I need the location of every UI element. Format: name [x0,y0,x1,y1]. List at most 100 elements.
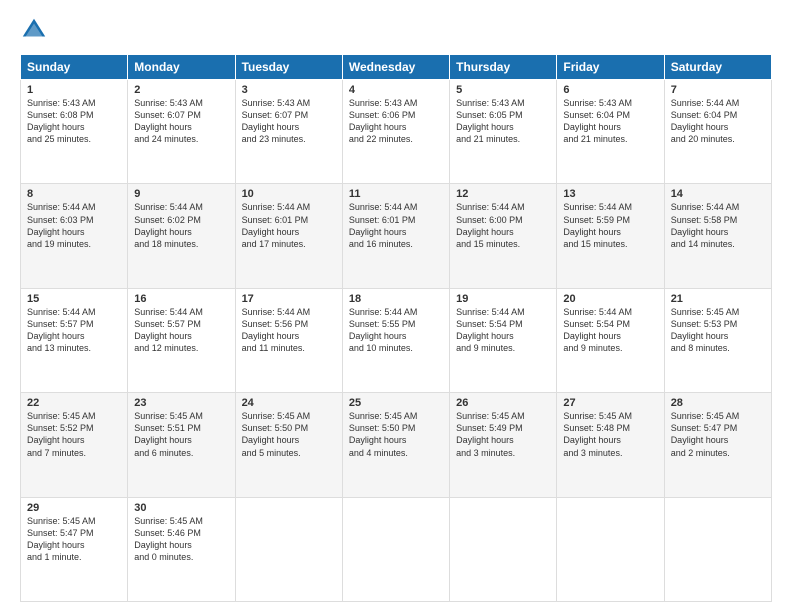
day-number: 17 [242,293,336,305]
logo-icon [20,16,48,44]
day-number: 9 [134,188,228,200]
calendar-cell [450,497,557,601]
calendar-cell: 26Sunrise: 5:45 AMSunset: 5:49 PMDayligh… [450,393,557,497]
calendar-cell: 20Sunrise: 5:44 AMSunset: 5:54 PMDayligh… [557,288,664,392]
calendar-cell: 29Sunrise: 5:45 AMSunset: 5:47 PMDayligh… [21,497,128,601]
day-number: 15 [27,293,121,305]
calendar-cell: 22Sunrise: 5:45 AMSunset: 5:52 PMDayligh… [21,393,128,497]
day-info: Sunrise: 5:43 AMSunset: 6:08 PMDaylight … [27,97,121,146]
logo [20,16,52,44]
calendar-week-row: 22Sunrise: 5:45 AMSunset: 5:52 PMDayligh… [21,393,772,497]
day-info: Sunrise: 5:44 AMSunset: 6:02 PMDaylight … [134,201,228,250]
calendar-week-row: 15Sunrise: 5:44 AMSunset: 5:57 PMDayligh… [21,288,772,392]
day-info: Sunrise: 5:44 AMSunset: 5:54 PMDaylight … [456,306,550,355]
day-number: 1 [27,84,121,96]
weekday-header-cell: Friday [557,55,664,80]
day-number: 20 [563,293,657,305]
calendar-week-row: 1Sunrise: 5:43 AMSunset: 6:08 PMDaylight… [21,80,772,184]
day-info: Sunrise: 5:43 AMSunset: 6:07 PMDaylight … [134,97,228,146]
calendar-cell: 7Sunrise: 5:44 AMSunset: 6:04 PMDaylight… [664,80,771,184]
calendar-cell: 15Sunrise: 5:44 AMSunset: 5:57 PMDayligh… [21,288,128,392]
calendar-cell: 25Sunrise: 5:45 AMSunset: 5:50 PMDayligh… [342,393,449,497]
calendar-cell: 1Sunrise: 5:43 AMSunset: 6:08 PMDaylight… [21,80,128,184]
calendar-cell: 17Sunrise: 5:44 AMSunset: 5:56 PMDayligh… [235,288,342,392]
calendar-body: 1Sunrise: 5:43 AMSunset: 6:08 PMDaylight… [21,80,772,602]
day-info: Sunrise: 5:44 AMSunset: 5:55 PMDaylight … [349,306,443,355]
day-number: 23 [134,397,228,409]
day-info: Sunrise: 5:45 AMSunset: 5:51 PMDaylight … [134,410,228,459]
day-number: 7 [671,84,765,96]
weekday-header-row: SundayMondayTuesdayWednesdayThursdayFrid… [21,55,772,80]
calendar-cell: 24Sunrise: 5:45 AMSunset: 5:50 PMDayligh… [235,393,342,497]
day-number: 10 [242,188,336,200]
calendar-week-row: 8Sunrise: 5:44 AMSunset: 6:03 PMDaylight… [21,184,772,288]
calendar-cell: 11Sunrise: 5:44 AMSunset: 6:01 PMDayligh… [342,184,449,288]
day-number: 18 [349,293,443,305]
calendar-cell: 8Sunrise: 5:44 AMSunset: 6:03 PMDaylight… [21,184,128,288]
day-number: 14 [671,188,765,200]
calendar-cell [664,497,771,601]
calendar-cell: 23Sunrise: 5:45 AMSunset: 5:51 PMDayligh… [128,393,235,497]
day-number: 5 [456,84,550,96]
day-info: Sunrise: 5:44 AMSunset: 6:03 PMDaylight … [27,201,121,250]
calendar-cell: 21Sunrise: 5:45 AMSunset: 5:53 PMDayligh… [664,288,771,392]
day-number: 24 [242,397,336,409]
day-number: 4 [349,84,443,96]
calendar-cell: 19Sunrise: 5:44 AMSunset: 5:54 PMDayligh… [450,288,557,392]
calendar-cell [342,497,449,601]
day-number: 12 [456,188,550,200]
calendar-cell: 13Sunrise: 5:44 AMSunset: 5:59 PMDayligh… [557,184,664,288]
day-info: Sunrise: 5:45 AMSunset: 5:46 PMDaylight … [134,515,228,564]
page: SundayMondayTuesdayWednesdayThursdayFrid… [0,0,792,612]
calendar-cell: 5Sunrise: 5:43 AMSunset: 6:05 PMDaylight… [450,80,557,184]
day-info: Sunrise: 5:45 AMSunset: 5:49 PMDaylight … [456,410,550,459]
day-info: Sunrise: 5:44 AMSunset: 5:54 PMDaylight … [563,306,657,355]
calendar-cell: 12Sunrise: 5:44 AMSunset: 6:00 PMDayligh… [450,184,557,288]
day-info: Sunrise: 5:43 AMSunset: 6:05 PMDaylight … [456,97,550,146]
weekday-header-cell: Saturday [664,55,771,80]
calendar-cell: 4Sunrise: 5:43 AMSunset: 6:06 PMDaylight… [342,80,449,184]
day-number: 28 [671,397,765,409]
day-number: 6 [563,84,657,96]
day-info: Sunrise: 5:44 AMSunset: 6:04 PMDaylight … [671,97,765,146]
day-number: 3 [242,84,336,96]
day-info: Sunrise: 5:44 AMSunset: 5:57 PMDaylight … [27,306,121,355]
day-number: 19 [456,293,550,305]
calendar-cell [235,497,342,601]
calendar-cell: 2Sunrise: 5:43 AMSunset: 6:07 PMDaylight… [128,80,235,184]
header [20,16,772,44]
day-number: 8 [27,188,121,200]
calendar-cell: 27Sunrise: 5:45 AMSunset: 5:48 PMDayligh… [557,393,664,497]
day-number: 2 [134,84,228,96]
day-number: 11 [349,188,443,200]
day-number: 16 [134,293,228,305]
day-info: Sunrise: 5:45 AMSunset: 5:53 PMDaylight … [671,306,765,355]
day-number: 25 [349,397,443,409]
day-number: 21 [671,293,765,305]
day-info: Sunrise: 5:44 AMSunset: 5:56 PMDaylight … [242,306,336,355]
calendar-cell: 16Sunrise: 5:44 AMSunset: 5:57 PMDayligh… [128,288,235,392]
day-info: Sunrise: 5:43 AMSunset: 6:06 PMDaylight … [349,97,443,146]
day-info: Sunrise: 5:44 AMSunset: 6:00 PMDaylight … [456,201,550,250]
calendar-cell: 9Sunrise: 5:44 AMSunset: 6:02 PMDaylight… [128,184,235,288]
day-info: Sunrise: 5:45 AMSunset: 5:48 PMDaylight … [563,410,657,459]
calendar-cell: 14Sunrise: 5:44 AMSunset: 5:58 PMDayligh… [664,184,771,288]
weekday-header-cell: Wednesday [342,55,449,80]
calendar-cell: 6Sunrise: 5:43 AMSunset: 6:04 PMDaylight… [557,80,664,184]
day-info: Sunrise: 5:43 AMSunset: 6:04 PMDaylight … [563,97,657,146]
day-number: 30 [134,502,228,514]
day-info: Sunrise: 5:44 AMSunset: 5:59 PMDaylight … [563,201,657,250]
day-info: Sunrise: 5:44 AMSunset: 5:58 PMDaylight … [671,201,765,250]
day-info: Sunrise: 5:45 AMSunset: 5:47 PMDaylight … [27,515,121,564]
calendar-table: SundayMondayTuesdayWednesdayThursdayFrid… [20,54,772,602]
calendar-week-row: 29Sunrise: 5:45 AMSunset: 5:47 PMDayligh… [21,497,772,601]
calendar-cell: 18Sunrise: 5:44 AMSunset: 5:55 PMDayligh… [342,288,449,392]
weekday-header-cell: Monday [128,55,235,80]
day-number: 26 [456,397,550,409]
day-info: Sunrise: 5:45 AMSunset: 5:52 PMDaylight … [27,410,121,459]
day-number: 13 [563,188,657,200]
calendar-cell: 3Sunrise: 5:43 AMSunset: 6:07 PMDaylight… [235,80,342,184]
weekday-header-cell: Tuesday [235,55,342,80]
weekday-header-cell: Thursday [450,55,557,80]
day-number: 27 [563,397,657,409]
